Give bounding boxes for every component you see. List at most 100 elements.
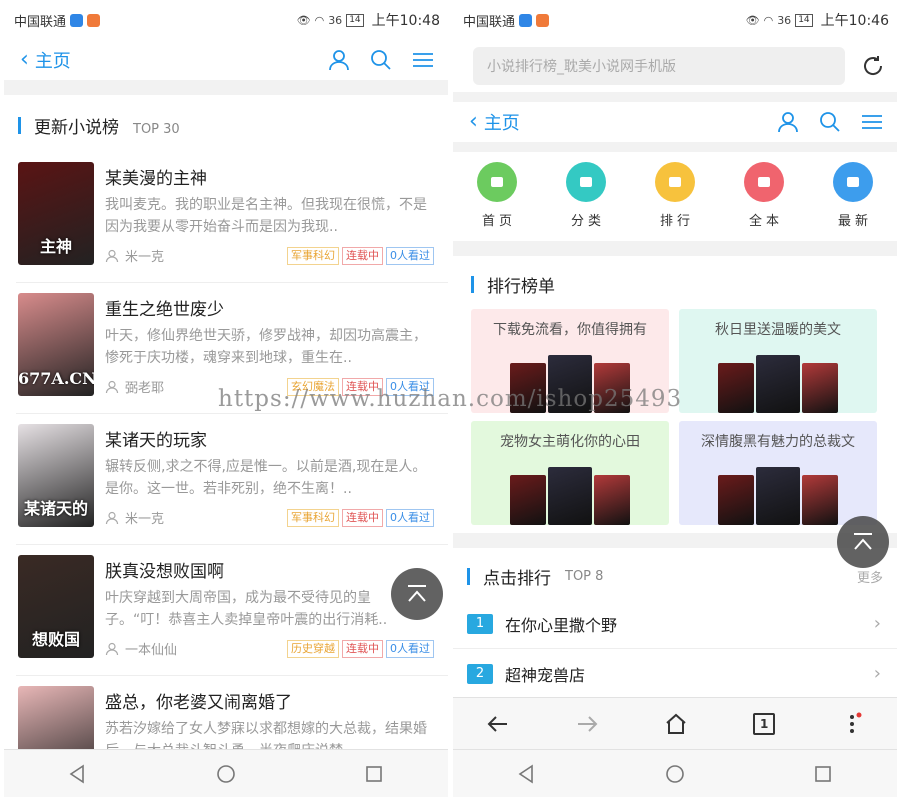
layers-icon xyxy=(566,162,606,202)
book-cover[interactable]: 主神 xyxy=(18,162,94,265)
category-2[interactable]: 排行 xyxy=(639,162,711,229)
author: 米一克 xyxy=(105,508,284,527)
mini-cover xyxy=(718,363,754,413)
section-title: 更新小说榜 xyxy=(34,118,119,138)
mini-cover xyxy=(594,475,630,525)
more-link[interactable]: 更多 xyxy=(857,567,883,586)
book-cover[interactable]: 想败国 xyxy=(18,555,94,658)
category-label: 全本 xyxy=(748,214,783,229)
book-title[interactable]: 朕真没想败国啊 xyxy=(105,557,434,583)
app-notification-icon xyxy=(87,13,101,27)
cover-title: 想败国 xyxy=(31,630,80,649)
system-nav-bar xyxy=(4,749,448,797)
author: 一本仙仙 xyxy=(105,639,284,658)
book-list-item[interactable]: 想败国 朕真没想败国啊 叶庆穿越到大周帝国，成为最不受待见的皇子。“叮！恭喜主人… xyxy=(16,545,448,676)
open-book-icon xyxy=(833,162,873,202)
category-1[interactable]: 分类 xyxy=(550,162,622,229)
category-0[interactable]: 首页 xyxy=(461,162,533,229)
rank-card[interactable]: 深情腹黑有魅力的总裁文 xyxy=(679,421,877,525)
back-to-top-button[interactable] xyxy=(837,516,889,568)
book-title[interactable]: 重生之绝世废少 xyxy=(105,295,434,321)
clock: 上午10:46 xyxy=(820,13,889,29)
battery-icon: 14 xyxy=(346,13,364,27)
more-vert-icon[interactable] xyxy=(840,712,864,736)
rank-card[interactable]: 秋日里送温暖的美文 xyxy=(679,309,877,413)
category-label: 排行 xyxy=(659,214,694,229)
genre-tag: 历史穿越 xyxy=(287,639,339,658)
system-recents-icon[interactable] xyxy=(364,764,384,784)
trophy-icon xyxy=(655,162,695,202)
mini-cover xyxy=(756,467,800,525)
book-cover[interactable]: 677A.CN xyxy=(18,293,94,396)
book-title[interactable]: 某美漫的主神 xyxy=(105,164,434,190)
arrow-left-icon[interactable] xyxy=(486,712,510,736)
user-icon[interactable] xyxy=(777,111,799,133)
section-subtitle: TOP 8 xyxy=(565,569,604,584)
book-cover[interactable]: 某诸天的 xyxy=(18,424,94,527)
menu-icon[interactable] xyxy=(861,111,883,133)
rank-card[interactable]: 宠物女主萌化你的心田 xyxy=(471,421,669,525)
rank-row[interactable]: 1 在你心里撒个野 › xyxy=(453,599,897,649)
menu-icon[interactable] xyxy=(412,49,434,71)
system-recents-icon[interactable] xyxy=(813,764,833,784)
wifi-icon: ◠ xyxy=(314,13,325,27)
refresh-icon[interactable] xyxy=(861,54,885,78)
carrier-label: 中国联通 xyxy=(14,14,67,30)
category-label: 分类 xyxy=(570,214,605,229)
status-tag: 连载中 xyxy=(342,639,383,658)
person-icon xyxy=(105,642,119,655)
user-icon[interactable] xyxy=(328,49,350,71)
search-icon[interactable] xyxy=(370,49,392,71)
author-name: 一本仙仙 xyxy=(125,643,178,658)
system-back-icon[interactable] xyxy=(68,764,88,784)
arrow-up-icon xyxy=(408,585,426,602)
category-nav: 首页 分类 排行 全本 最新 xyxy=(453,152,897,241)
genre-tag: 军事科幻 xyxy=(287,508,339,527)
top-nav: ‹ 主页 xyxy=(4,40,448,80)
status-tag: 连载中 xyxy=(342,508,383,527)
chevron-right-icon: › xyxy=(873,663,881,684)
search-icon[interactable] xyxy=(819,111,841,133)
rank-card-title: 深情腹黑有魅力的总裁文 xyxy=(701,434,855,450)
author-name: 米一克 xyxy=(125,512,165,527)
mini-cover xyxy=(756,355,800,413)
book-list-item[interactable]: 某诸天的 某诸天的玩家 辗转反侧,求之不得,应是惟一。以前是酒,现在是人。是你。… xyxy=(16,414,448,545)
signal-icon: 36 xyxy=(777,13,792,27)
rank-title: 超神宠兽店 xyxy=(505,665,586,685)
eye-icon: 👁 xyxy=(745,13,760,27)
system-home-icon[interactable] xyxy=(216,764,236,784)
person-icon xyxy=(105,249,119,262)
person-icon xyxy=(105,380,119,393)
section-header: 排行榜单 xyxy=(471,256,883,309)
battery-icon: 14 xyxy=(795,13,813,27)
author-name: 弼老耶 xyxy=(125,381,165,396)
rank-number: 2 xyxy=(467,663,493,684)
home-icon[interactable] xyxy=(664,712,688,736)
cover-title: 677A.CN xyxy=(18,369,94,388)
book-title[interactable]: 某诸天的玩家 xyxy=(105,426,434,452)
eye-icon: 👁 xyxy=(296,13,311,27)
arrow-right-icon[interactable] xyxy=(575,712,599,736)
category-4[interactable]: 最新 xyxy=(817,162,889,229)
tab-count-button[interactable]: 1 xyxy=(753,712,776,735)
back-label: 主页 xyxy=(483,113,520,134)
book-list-item[interactable]: 主神 某美漫的主神 我叫麦克。我的职业是名主神。但我现在很慌，不是因为我要从零开… xyxy=(16,152,448,283)
genre-tag: 军事科幻 xyxy=(287,246,339,265)
book-title[interactable]: 盛总，你老婆又闹离婚了 xyxy=(105,688,434,714)
system-home-icon[interactable] xyxy=(665,764,685,784)
section-title: 排行榜单 xyxy=(487,277,555,297)
mini-cover xyxy=(718,475,754,525)
url-input[interactable]: 小说排行榜_耽美小说网手机版 xyxy=(473,47,845,85)
book-icon xyxy=(744,162,784,202)
browser-url-bar: 小说排行榜_耽美小说网手机版 xyxy=(453,40,897,92)
system-back-icon[interactable] xyxy=(517,764,537,784)
rank-row[interactable]: 2 超神宠兽店 › xyxy=(453,649,897,699)
rank-number: 1 xyxy=(467,613,493,634)
chevron-right-icon: › xyxy=(873,613,881,634)
back-home-link[interactable]: ‹ 主页 xyxy=(20,47,71,73)
mini-cover xyxy=(802,363,838,413)
back-label: 主页 xyxy=(34,51,71,72)
category-3[interactable]: 全本 xyxy=(728,162,800,229)
back-to-top-button[interactable] xyxy=(391,568,443,620)
back-home-link[interactable]: ‹ 主页 xyxy=(469,109,520,135)
